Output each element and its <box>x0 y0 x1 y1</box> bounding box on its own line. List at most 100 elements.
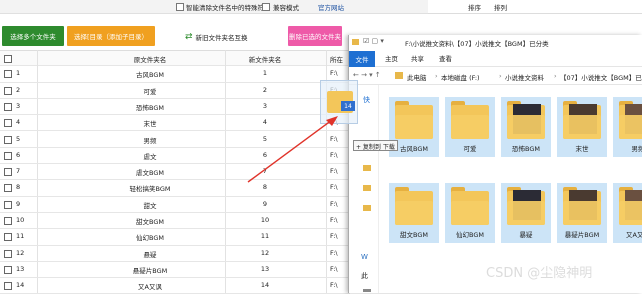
new-folder-name: 11 <box>260 232 270 241</box>
drive-icon[interactable] <box>363 289 371 292</box>
new-folder-name: 3 <box>262 101 268 110</box>
table-row[interactable]: 2可爱2F:\ <box>0 83 350 99</box>
new-folder-name: 1 <box>262 69 268 78</box>
nav-wps[interactable]: W <box>361 253 368 261</box>
header-new-name: 新文件夹名 <box>248 56 282 64</box>
folder-item[interactable]: 暴疑片BGM <box>557 183 607 243</box>
table-header: 原文件夹名 新文件夹名 所在 <box>0 50 350 67</box>
row-checkbox[interactable] <box>4 86 12 95</box>
arrange-menu[interactable]: 排列 <box>494 2 507 12</box>
row-checkbox[interactable] <box>4 151 12 160</box>
row-checkbox[interactable] <box>4 282 12 291</box>
special-char-checkbox[interactable] <box>176 3 184 11</box>
folder-name: 恐怖BGM <box>512 145 540 153</box>
table-row[interactable]: 1 古风BGM 1 F:\ <box>0 66 350 83</box>
folder-path: F:\ <box>330 232 338 241</box>
folder-item[interactable]: 末世 <box>557 97 607 157</box>
folder-item[interactable]: 又A又讽 <box>613 183 642 243</box>
row-number: 7 <box>16 167 21 176</box>
breadcrumb-drive[interactable]: 本地磁盘 (F:) <box>441 72 480 82</box>
row-checkbox[interactable] <box>4 168 12 177</box>
nav-folder-icon[interactable] <box>363 205 371 211</box>
row-checkbox[interactable] <box>4 102 12 111</box>
new-folder-name: 9 <box>262 199 268 208</box>
row-number: 13 <box>16 264 25 273</box>
folder-path: F:\ <box>330 69 338 78</box>
folder-name: 甜文BGM <box>400 231 428 239</box>
table-row[interactable]: 12 悬疑 12 F:\ <box>0 246 350 262</box>
folder-item[interactable]: 恐怖BGM <box>501 97 551 157</box>
row-checkbox[interactable] <box>4 70 12 79</box>
nav-arrows-icon[interactable]: ← → ▾ ↑ <box>353 71 381 79</box>
drag-tooltip: + 复制到 下载 <box>353 140 398 151</box>
row-checkbox[interactable] <box>4 135 12 144</box>
folder-item[interactable]: 可爱 <box>445 97 495 157</box>
tab-home[interactable]: 主页 <box>385 53 398 63</box>
row-checkbox[interactable] <box>4 184 12 193</box>
row-number: 10 <box>16 216 25 224</box>
special-char-label: 智能清除文件名中的特殊符号 <box>186 4 271 12</box>
folder-path: F:\ <box>330 264 338 273</box>
table-row[interactable]: 11 仙幻BGM 11 F:\ <box>0 229 350 246</box>
official-website-link[interactable]: 官方网站 <box>318 2 344 12</box>
new-folder-name: 12 <box>260 248 270 257</box>
row-number: 12 <box>16 248 25 257</box>
delete-selected-button[interactable]: 删除已选的文件夹 <box>288 26 342 46</box>
folder-path: F:\ <box>330 199 338 208</box>
table-row[interactable]: 14 又A又讽 14 F:\ <box>0 278 350 294</box>
breadcrumb-current[interactable]: 【07】小说推文【BGM】已分 <box>560 72 642 82</box>
red-arrow-icon <box>247 116 338 183</box>
nav-quick-access[interactable]: 快 <box>363 95 370 105</box>
header-path: 所在 <box>330 56 343 64</box>
row-checkbox[interactable] <box>4 265 12 274</box>
background-window-menubar: 排序 排列 <box>428 0 642 14</box>
select-all-checkbox[interactable] <box>4 55 12 63</box>
folder-icon <box>352 39 359 45</box>
row-checkbox[interactable] <box>4 200 12 209</box>
tab-file[interactable]: 文件 <box>349 51 375 67</box>
folder-name: 可爱 <box>463 145 477 153</box>
select-multiple-folders-button[interactable]: 选择多个文件夹 <box>2 26 64 46</box>
row-number: 11 <box>16 232 25 241</box>
folder-item[interactable]: 甜文BGM <box>389 183 439 243</box>
top-strip: 智能清除文件名中的特殊符号 兼容模式 官方网站 <box>0 0 430 14</box>
folder-item[interactable]: 仙幻BGM <box>445 183 495 243</box>
compat-mode-checkbox[interactable] <box>262 3 270 11</box>
sort-menu[interactable]: 排序 <box>468 2 481 12</box>
swap-names-button[interactable]: ⇄ 新旧文件夹名互换 <box>185 30 275 44</box>
row-number: 1 <box>16 69 21 78</box>
row-number: 5 <box>16 134 21 143</box>
nav-folder-icon[interactable] <box>363 165 371 171</box>
explorer-ribbon-tabs: 文件 主页 共享 查看 <box>349 51 642 67</box>
table-row[interactable]: 9 甜文 9 F:\ <box>0 197 350 213</box>
explorer-address-bar[interactable]: ← → ▾ ↑ 此电脑 › 本地磁盘 (F:) › 小说推文资料 › 【07】小… <box>349 68 642 85</box>
folder-item[interactable]: 男频 <box>613 97 642 157</box>
quick-access-icon[interactable]: ☑ ▢ ▾ <box>363 37 384 45</box>
breadcrumb-this-pc[interactable]: 此电脑 <box>407 72 427 82</box>
folder-path: F:\ <box>330 248 338 257</box>
folder-grid: 古风BGM 可爱 恐怖BGM 末世 男频甜文BGM 仙幻BGM 暴疑 暴疑片BGM 又A又讽 <box>385 89 642 289</box>
tab-share[interactable]: 共享 <box>411 53 424 63</box>
row-checkbox[interactable] <box>4 119 12 128</box>
row-number: 3 <box>16 101 21 110</box>
new-folder-name: 2 <box>262 85 268 94</box>
folder-item[interactable]: 暴疑 <box>501 183 551 243</box>
breadcrumb-folder[interactable]: 小说推文资料 <box>505 72 544 82</box>
row-checkbox[interactable] <box>4 233 12 242</box>
new-folder-name: 10 <box>260 216 270 224</box>
nav-folder-icon[interactable] <box>363 185 371 191</box>
select-directory-button[interactable]: 选择[目录（添加子目录） <box>67 26 155 46</box>
row-checkbox[interactable] <box>4 249 12 258</box>
folder-item[interactable]: 古风BGM <box>389 97 439 157</box>
table-row[interactable]: 10 甜文BGM 10 F:\ <box>0 213 350 230</box>
new-folder-name: 14 <box>260 281 270 290</box>
folder-name: 末世 <box>575 145 589 153</box>
folder-name: 暴疑片BGM <box>564 231 600 239</box>
row-number: 4 <box>16 118 21 127</box>
row-checkbox[interactable] <box>4 217 12 225</box>
folder-name: 又A又讽 <box>626 231 642 239</box>
tab-view[interactable]: 查看 <box>439 53 452 63</box>
row-number: 6 <box>16 150 21 159</box>
nav-this-pc[interactable]: 此 <box>361 271 368 281</box>
table-row[interactable]: 13 悬疑片BGM 13 F:\ <box>0 262 350 279</box>
